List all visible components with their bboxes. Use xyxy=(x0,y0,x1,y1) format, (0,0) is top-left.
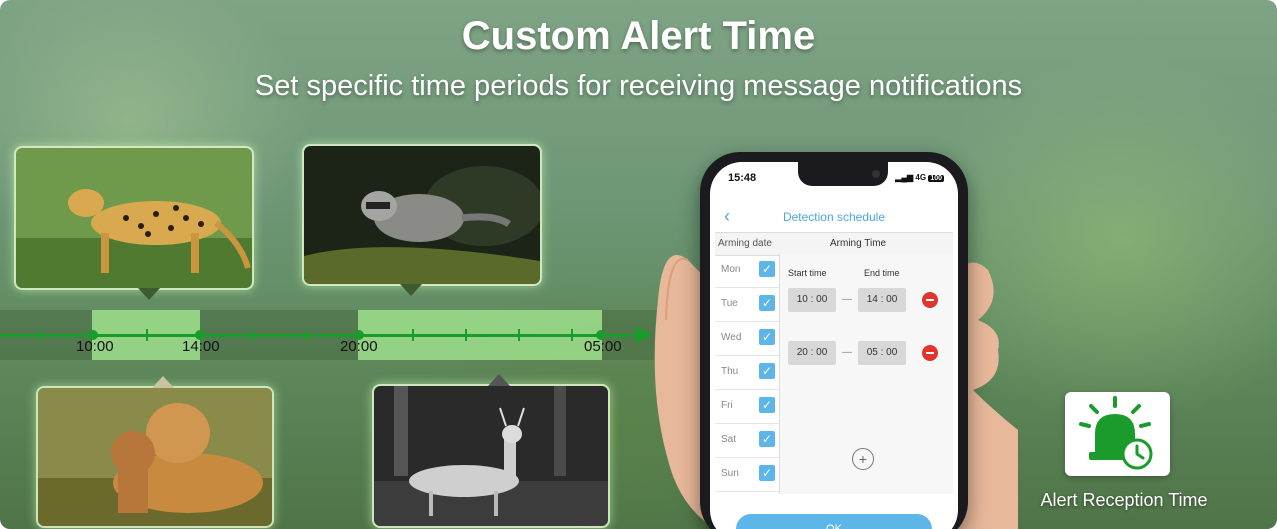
end-time-field[interactable]: 14 : 00 xyxy=(858,288,906,312)
day-row-wed[interactable]: Wed ✓ xyxy=(715,322,779,356)
network-label: 4G xyxy=(915,173,927,182)
photo-raccoon xyxy=(302,144,542,296)
callout-pointer xyxy=(400,284,422,296)
page-subtitle: Set specific time periods for receiving … xyxy=(254,70,1023,102)
timeline-tick xyxy=(571,329,573,341)
timeline-tick xyxy=(518,329,520,341)
status-clock: 15:48 xyxy=(728,172,757,184)
day-row-sun[interactable]: Sun ✓ xyxy=(715,458,779,492)
photo-cheetah xyxy=(14,146,254,300)
timeline-label: 05:00 xyxy=(584,338,622,355)
check-icon[interactable]: ✓ xyxy=(759,363,775,379)
photo-deer xyxy=(372,374,610,528)
day-row-sat[interactable]: Sat ✓ xyxy=(715,424,779,458)
page-title: Custom Alert Time xyxy=(461,14,816,58)
cheetah-image xyxy=(16,148,252,288)
check-icon[interactable]: ✓ xyxy=(759,465,775,481)
check-icon[interactable]: ✓ xyxy=(759,329,775,345)
deer-image xyxy=(374,386,608,526)
start-time-field[interactable]: 20 : 00 xyxy=(788,341,836,365)
timeline-tick xyxy=(412,329,414,341)
alarm-clock-icon xyxy=(1079,396,1153,470)
screen-title: Detection schedule xyxy=(782,210,886,224)
timeline-label: 20:00 xyxy=(340,338,378,355)
timeline-label: 14:00 xyxy=(182,338,220,355)
remove-period-icon[interactable] xyxy=(922,292,938,308)
timeline-tick xyxy=(146,329,148,341)
add-period-button[interactable]: + xyxy=(852,448,874,470)
alert-reception-label: Alert Reception Time xyxy=(1040,490,1208,510)
day-label: Sat xyxy=(721,434,737,445)
day-label: Fri xyxy=(721,400,733,411)
photo-lions xyxy=(36,376,274,528)
schedule-header: Arming date Arming Time xyxy=(715,232,953,256)
arming-time-panel: Start time End time 10 : 00 — 14 : 00 20… xyxy=(780,254,953,494)
remove-period-icon[interactable] xyxy=(922,345,938,361)
timeline-tick xyxy=(305,329,307,341)
time-separator: — xyxy=(842,294,852,305)
start-time-label: Start time xyxy=(788,268,827,278)
start-time-field[interactable]: 10 : 00 xyxy=(788,288,836,312)
raccoon-image xyxy=(304,146,540,284)
time-separator: — xyxy=(842,347,852,358)
lions-image xyxy=(38,388,272,526)
timeline-tick xyxy=(40,329,42,341)
phone-screen: 15:48 ▂▄▆ 4G 100 ‹ Detection schedule Ar… xyxy=(710,162,958,529)
day-label: Wed xyxy=(721,332,742,343)
day-label: Mon xyxy=(721,264,741,275)
end-time-field[interactable]: 05 : 00 xyxy=(858,341,906,365)
day-label: Thu xyxy=(721,366,739,377)
check-icon[interactable]: ✓ xyxy=(759,431,775,447)
alert-card xyxy=(1065,392,1170,476)
check-icon[interactable]: ✓ xyxy=(759,397,775,413)
timeline-label: 10:00 xyxy=(76,338,114,355)
callout-pointer xyxy=(138,288,160,300)
day-label: Tue xyxy=(721,298,738,309)
day-label: Sun xyxy=(721,468,739,479)
check-icon[interactable]: ✓ xyxy=(759,295,775,311)
arming-time-header: Arming Time xyxy=(830,238,887,249)
day-row-fri[interactable]: Fri ✓ xyxy=(715,390,779,424)
day-row-tue[interactable]: Tue ✓ xyxy=(715,288,779,322)
day-list: Mon ✓ Tue ✓ Wed ✓ Thu ✓ Fri ✓ Sat ✓ Sun … xyxy=(715,254,780,494)
arming-date-header: Arming date xyxy=(718,238,772,249)
timeline-tick xyxy=(252,329,254,341)
callout-pointer xyxy=(152,376,174,388)
status-bar: ▂▄▆ 4G 100 xyxy=(895,173,944,182)
timeline-tick xyxy=(465,329,467,341)
end-time-label: End time xyxy=(864,268,900,278)
day-row-mon[interactable]: Mon ✓ xyxy=(715,254,779,288)
check-icon[interactable]: ✓ xyxy=(759,261,775,277)
callout-pointer xyxy=(488,374,510,386)
background-scene: Custom Alert Time Set specific time peri… xyxy=(0,0,1277,529)
signal-icon: ▂▄▆ xyxy=(895,173,914,182)
smartphone: 15:48 ▂▄▆ 4G 100 ‹ Detection schedule Ar… xyxy=(700,152,968,529)
battery-icon: 100 xyxy=(928,175,944,182)
day-row-thu[interactable]: Thu ✓ xyxy=(715,356,779,390)
camera-icon xyxy=(872,170,880,178)
ok-button[interactable]: OK xyxy=(736,514,932,529)
alert-timeline: 10:00 14:00 20:00 05:00 xyxy=(0,310,660,360)
